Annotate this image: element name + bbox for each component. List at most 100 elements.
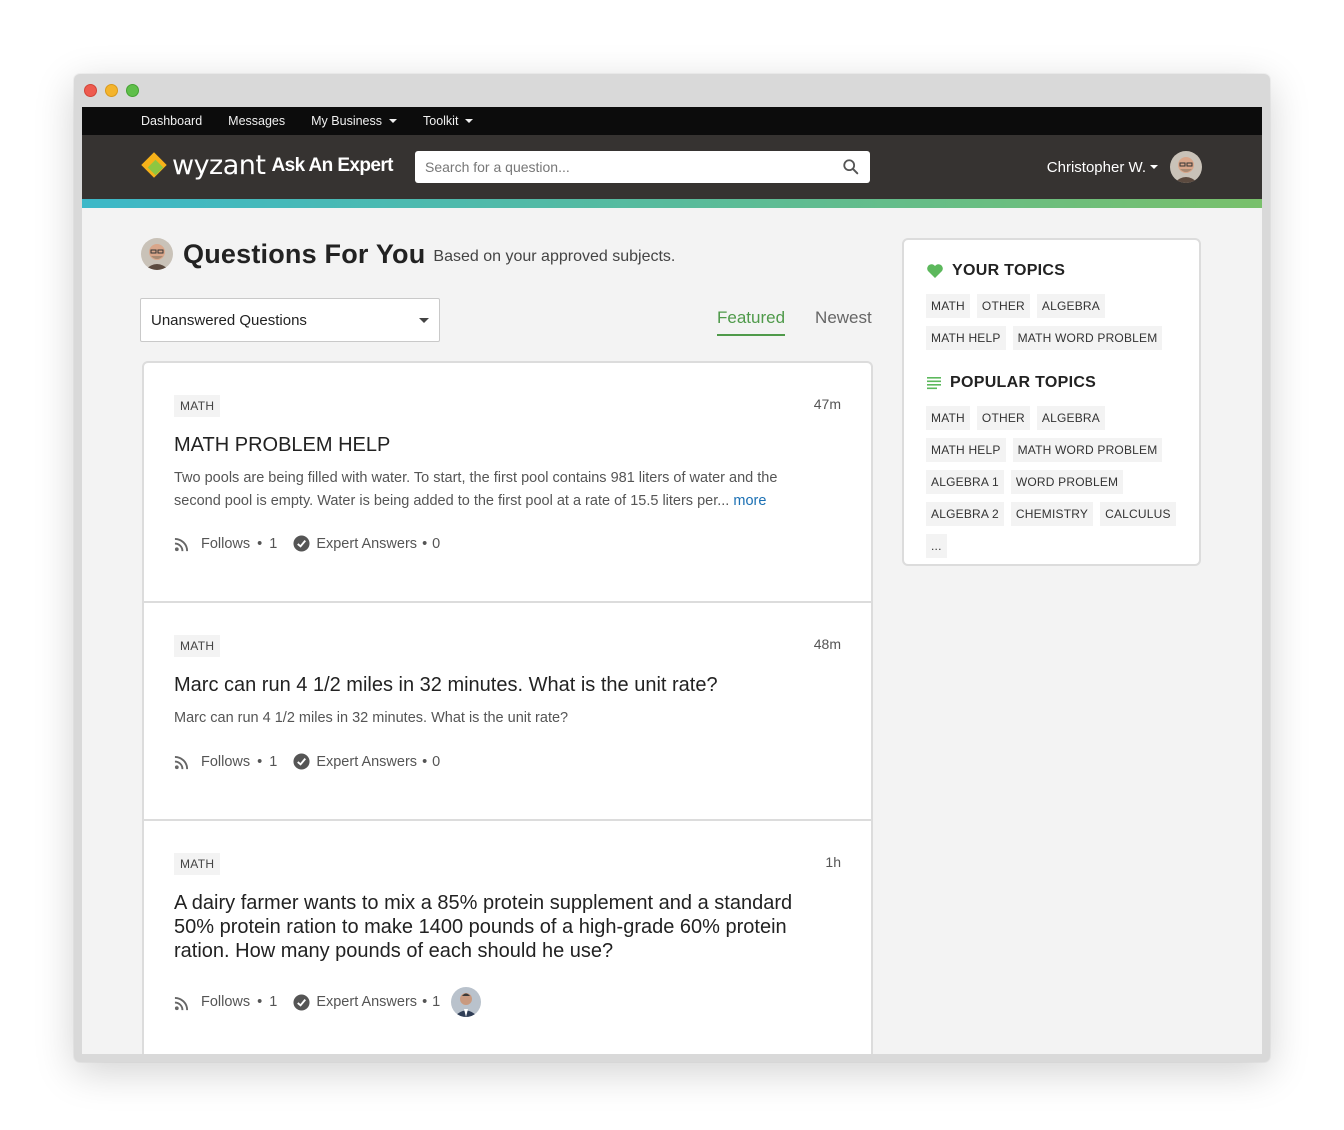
expert-avatar[interactable]	[451, 987, 482, 1017]
nav-toolkit[interactable]: Toolkit	[423, 114, 474, 128]
popular-topics-label: POPULAR TOPICS	[950, 374, 1097, 391]
separator-dot: •	[422, 753, 428, 770]
separator-dot: •	[422, 535, 428, 552]
tab-newest[interactable]: Newest	[815, 308, 872, 336]
expert-answers: Expert Answers • 0	[293, 535, 440, 552]
follow-button[interactable]: Follows • 1	[174, 535, 277, 552]
question-tag[interactable]: MATH	[174, 395, 221, 417]
answers-label: Expert Answers	[316, 753, 418, 770]
answers-label: Expert Answers	[316, 535, 418, 552]
popular-topics-list: MATH OTHER ALGEBRA MATH HELP MATH WORD PROBL…	[926, 406, 1179, 558]
topic-chip[interactable]: MATH WORD PROBLEM	[1012, 438, 1163, 462]
question-meta: Follows • 1 Expert Answers • 1	[174, 987, 482, 1017]
browser-window: Dashboard Messages My Business Toolkit w…	[74, 74, 1270, 1062]
nav-my-business-label: My Business	[311, 114, 382, 128]
page-title: Questions For You	[183, 238, 426, 269]
nav-my-business[interactable]: My Business	[311, 114, 397, 128]
sort-tabs: Featured Newest	[717, 308, 872, 336]
follow-button[interactable]: Follows • 1	[174, 753, 277, 770]
close-window-button[interactable]	[84, 84, 97, 97]
more-link[interactable]: more	[733, 493, 766, 509]
page-subtitle: Based on your approved subjects.	[433, 248, 676, 265]
topic-chip[interactable]: MATH	[926, 294, 970, 318]
topic-chip[interactable]: ALGEBRA	[1036, 294, 1105, 318]
page-viewport: Dashboard Messages My Business Toolkit w…	[82, 107, 1262, 1054]
question-filter-select[interactable]: Unanswered Questions	[140, 298, 440, 342]
answers-count: 1	[432, 994, 441, 1010]
topic-chip[interactable]: ...	[926, 534, 947, 558]
question-card[interactable]: MATH 1h A dairy farmer wants to mix a 85…	[144, 821, 871, 1054]
your-topics-section: YOUR TOPICS MATH OTHER ALGEBRA MATH HELP MAT…	[926, 262, 1179, 350]
header-accent-bar	[82, 199, 1262, 208]
logo-diamond-icon	[141, 151, 168, 179]
follows-count: 1	[269, 535, 278, 552]
user-menu[interactable]: Christopher W.	[1047, 151, 1202, 183]
separator-dot: •	[257, 535, 263, 552]
question-title[interactable]: A dairy farmer wants to mix a 85% protei…	[174, 891, 826, 963]
chevron-down-icon	[419, 317, 429, 323]
follows-count: 1	[269, 753, 278, 770]
topic-chip[interactable]: OTHER	[976, 294, 1030, 318]
minimize-window-button[interactable]	[105, 84, 118, 97]
site-header: wyzant Ask An Expert Christopher W.	[82, 135, 1262, 199]
question-card[interactable]: MATH 47m MATH PROBLEM HELP Two pools are…	[144, 363, 871, 603]
topic-chip[interactable]: MATH HELP	[926, 438, 1006, 462]
topic-chip[interactable]: ALGEBRA 2	[926, 502, 1004, 526]
check-circle-icon	[293, 993, 310, 1011]
separator-dot: •	[257, 753, 263, 770]
popular-topics-section: POPULAR TOPICS MATH OTHER ALGEBRA MATH HELP…	[926, 374, 1179, 558]
maximize-window-button[interactable]	[126, 84, 139, 97]
topic-chip[interactable]: CALCULUS	[1100, 502, 1176, 526]
your-topics-list: MATH OTHER ALGEBRA MATH HELP MATH WORD PROBL…	[926, 294, 1179, 350]
search-input[interactable]	[425, 159, 842, 175]
follows-label: Follows	[201, 753, 251, 770]
rss-icon	[174, 996, 189, 1010]
your-topics-title: YOUR TOPICS	[926, 262, 1179, 280]
follow-button[interactable]: Follows • 1	[174, 994, 277, 1011]
question-card[interactable]: MATH 48m Marc can run 4 1/2 miles in 32 …	[144, 603, 871, 821]
nav-dashboard-label: Dashboard	[141, 114, 203, 128]
rss-icon	[174, 537, 189, 552]
heart-icon	[927, 264, 943, 278]
topic-chip[interactable]: ALGEBRA 1	[926, 470, 1004, 494]
topics-sidebar: YOUR TOPICS MATH OTHER ALGEBRA MATH HELP MAT…	[902, 238, 1201, 566]
follows-count: 1	[269, 994, 278, 1010]
check-circle-icon	[293, 535, 310, 552]
question-time: 48m	[813, 636, 841, 652]
rss-icon	[174, 755, 189, 770]
question-time: 1h	[825, 854, 841, 870]
check-circle-icon	[293, 753, 310, 770]
topic-chip[interactable]: MATH WORD PROBLEM	[1012, 326, 1163, 350]
user-name: Christopher W.	[1046, 158, 1146, 176]
wyzant-logo[interactable]: wyzant Ask An Expert	[141, 150, 393, 181]
topic-chip[interactable]: ALGEBRA	[1036, 406, 1105, 430]
chevron-down-icon	[1150, 165, 1158, 169]
topic-chip[interactable]: MATH	[926, 406, 970, 430]
expert-answers: Expert Answers • 0	[293, 753, 440, 770]
window-controls	[84, 84, 139, 97]
question-tag[interactable]: MATH	[174, 635, 221, 657]
search-box	[415, 151, 870, 183]
topic-chip[interactable]: OTHER	[976, 406, 1030, 430]
question-title[interactable]: MATH PROBLEM HELP	[174, 433, 826, 457]
question-body: Marc can run 4 1/2 miles in 32 minutes. …	[174, 710, 569, 726]
topic-chip[interactable]: CHEMISTRY	[1010, 502, 1094, 526]
question-tag[interactable]: MATH	[174, 853, 221, 875]
topic-chip[interactable]: MATH HELP	[926, 326, 1006, 350]
nav-toolkit-label: Toolkit	[423, 114, 459, 128]
question-body: Two pools are being filled with water. T…	[174, 467, 806, 513]
answers-count: 0	[432, 753, 441, 770]
nav-dashboard[interactable]: Dashboard	[141, 114, 202, 128]
nav-messages[interactable]: Messages	[228, 114, 285, 128]
question-body-text: Two pools are being filled with water. T…	[174, 470, 778, 509]
filter-selected-value: Unanswered Questions	[151, 311, 307, 329]
avatar[interactable]	[1170, 151, 1202, 183]
chevron-down-icon	[389, 119, 397, 123]
topic-chip[interactable]: WORD PROBLEM	[1010, 470, 1124, 494]
tab-featured[interactable]: Featured	[717, 308, 786, 336]
chevron-down-icon	[465, 119, 474, 123]
question-title[interactable]: Marc can run 4 1/2 miles in 32 minutes. …	[174, 673, 826, 697]
question-time: 47m	[813, 396, 841, 412]
search-icon[interactable]	[842, 158, 860, 176]
separator-dot: •	[422, 994, 428, 1010]
